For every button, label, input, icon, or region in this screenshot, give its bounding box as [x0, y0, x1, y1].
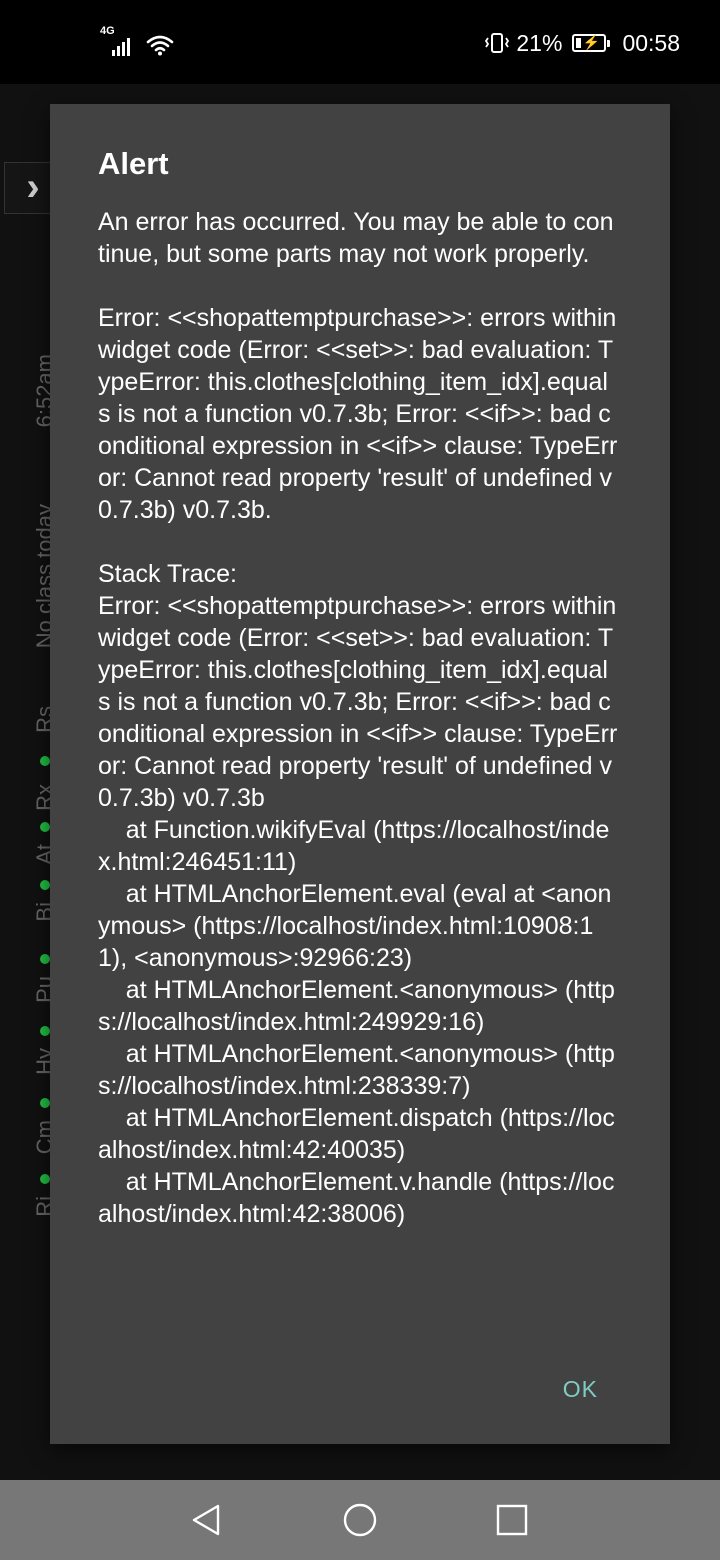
stack-frame: at Function.wikifyEval (https://localhos… — [98, 816, 610, 876]
vibrate-icon — [485, 33, 510, 53]
status-dot — [40, 954, 50, 964]
wifi-icon — [146, 35, 174, 56]
ok-button[interactable]: OK — [551, 1370, 610, 1409]
recents-icon[interactable] — [492, 1500, 532, 1540]
status-dot — [40, 1098, 50, 1108]
stack-frame: at HTMLAnchorElement.eval (eval at <anon… — [98, 880, 612, 972]
status-dot — [40, 1174, 50, 1184]
navigation-bar — [0, 1480, 720, 1560]
stack-frame: at HTMLAnchorElement.v.handle (https://l… — [98, 1168, 615, 1228]
stack-frame: at HTMLAnchorElement.<anonymous> (https:… — [98, 1040, 615, 1100]
signal-icon — [112, 34, 130, 56]
battery-charging-icon: ⚡ — [572, 34, 611, 52]
stack-frame: at HTMLAnchorElement.<anonymous> (https:… — [98, 976, 615, 1036]
stack-frame: at HTMLAnchorElement.dispatch (https://l… — [98, 1104, 615, 1164]
error-message: Error: <<shopattemptpurchase>>: errors w… — [98, 304, 624, 524]
home-icon[interactable] — [340, 1500, 380, 1540]
status-dot — [40, 822, 50, 832]
status-dot — [40, 880, 50, 890]
charging-bolt-icon: ⚡ — [582, 34, 600, 50]
stack-trace-error: Error: <<shopattemptpurchase>>: errors w… — [98, 592, 624, 812]
status-dot — [40, 756, 50, 766]
network-type: 4G — [100, 25, 115, 37]
dialog-message: An error has occurred. You may be able t… — [98, 206, 618, 1230]
clock: 00:58 — [622, 30, 680, 56]
battery-fill — [576, 38, 582, 48]
status-right: 21% ⚡ 00:58 — [484, 28, 680, 58]
error-intro: An error has occurred. You may be able t… — [98, 208, 614, 268]
status-left: 4G — [100, 26, 174, 56]
back-icon[interactable] — [186, 1500, 226, 1540]
dialog-title: Alert — [98, 146, 169, 181]
status-dot — [40, 1026, 50, 1036]
battery-percent: 21% — [516, 30, 563, 56]
alert-dialog: Alert An error has occurred. You may be … — [50, 104, 670, 1444]
status-bar: 4G 21% ⚡ 00:58 — [0, 0, 720, 84]
stack-trace-label: Stack Trace: — [98, 560, 237, 588]
